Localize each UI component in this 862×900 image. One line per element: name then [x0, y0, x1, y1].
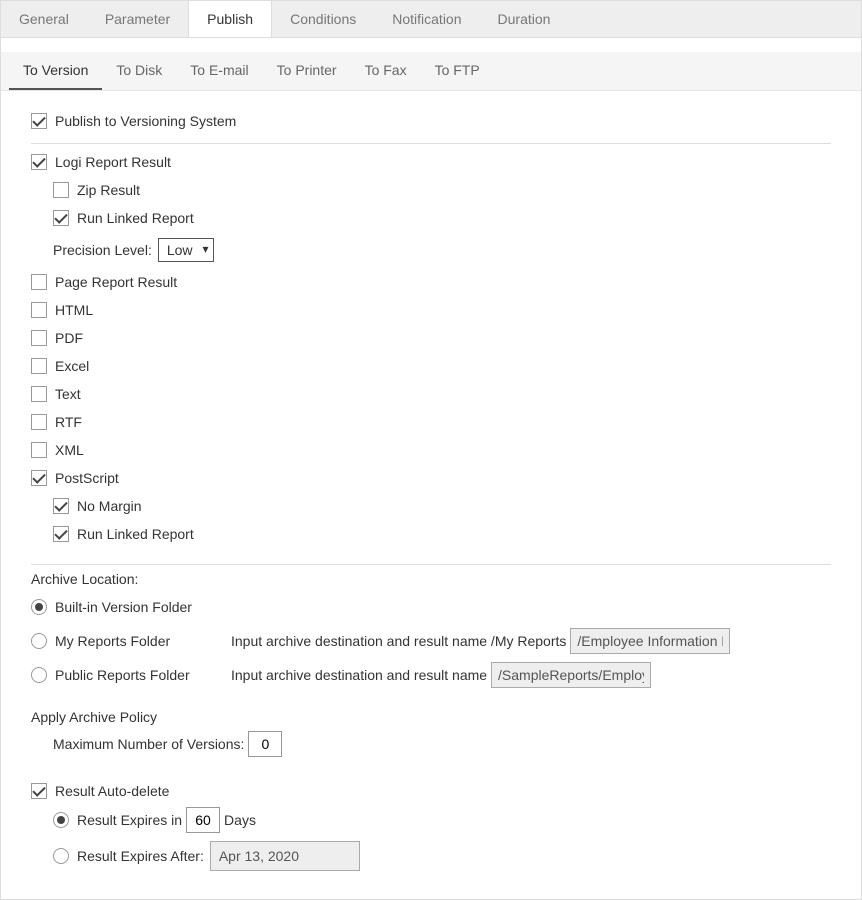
result-expires-in-days-input[interactable] [186, 807, 220, 833]
apply-archive-policy-heading: Apply Archive Policy [31, 709, 831, 725]
result-expires-after-radio[interactable] [53, 848, 69, 864]
postscript-checkbox[interactable] [31, 470, 47, 486]
divider [31, 143, 831, 144]
page-report-result-label: Page Report Result [55, 274, 177, 290]
public-reports-folder-label: Public Reports Folder [55, 667, 190, 683]
result-expires-in-radio[interactable] [53, 812, 69, 828]
publish-panel: To Version To Disk To E-mail To Printer … [0, 37, 862, 900]
subtab-to-email[interactable]: To E-mail [176, 52, 262, 90]
primary-tabs: General Parameter Publish Conditions Not… [0, 0, 862, 37]
excel-label: Excel [55, 358, 89, 374]
subtab-to-printer[interactable]: To Printer [263, 52, 351, 90]
precision-level-label: Precision Level: [53, 242, 152, 258]
to-version-content: Publish to Versioning System Logi Report… [1, 91, 861, 899]
builtin-folder-label: Built-in Version Folder [55, 599, 192, 615]
html-label: HTML [55, 302, 93, 318]
public-reports-desc: Input archive destination and result nam… [231, 667, 487, 683]
no-margin-label: No Margin [77, 498, 142, 514]
subtab-to-disk[interactable]: To Disk [102, 52, 176, 90]
xml-checkbox[interactable] [31, 442, 47, 458]
postscript-label: PostScript [55, 470, 119, 486]
run-linked-report-label-1: Run Linked Report [77, 210, 194, 226]
zip-result-checkbox[interactable] [53, 182, 69, 198]
publish-to-versioning-checkbox[interactable] [31, 113, 47, 129]
rtf-label: RTF [55, 414, 82, 430]
page-report-result-checkbox[interactable] [31, 274, 47, 290]
run-linked-report-checkbox-1[interactable] [53, 210, 69, 226]
zip-result-label: Zip Result [77, 182, 140, 198]
tab-general[interactable]: General [1, 1, 87, 37]
archive-location-heading: Archive Location: [31, 571, 831, 587]
html-checkbox[interactable] [31, 302, 47, 318]
result-expires-in-suffix: Days [224, 812, 256, 828]
run-linked-report-label-2: Run Linked Report [77, 526, 194, 542]
tab-conditions[interactable]: Conditions [272, 1, 374, 37]
no-margin-checkbox[interactable] [53, 498, 69, 514]
pdf-label: PDF [55, 330, 83, 346]
tab-duration[interactable]: Duration [480, 1, 569, 37]
tab-notification[interactable]: Notification [374, 1, 479, 37]
subtab-to-version[interactable]: To Version [9, 52, 102, 90]
public-reports-folder-radio[interactable] [31, 667, 47, 683]
tab-parameter[interactable]: Parameter [87, 1, 188, 37]
subtab-to-fax[interactable]: To Fax [351, 52, 421, 90]
text-checkbox[interactable] [31, 386, 47, 402]
my-reports-folder-label: My Reports Folder [55, 633, 170, 649]
xml-label: XML [55, 442, 84, 458]
public-reports-path-input[interactable] [491, 662, 651, 688]
my-reports-folder-radio[interactable] [31, 633, 47, 649]
result-expires-after-label: Result Expires After: [77, 848, 204, 864]
excel-checkbox[interactable] [31, 358, 47, 374]
publish-subtabs: To Version To Disk To E-mail To Printer … [1, 52, 861, 91]
subtab-to-ftp[interactable]: To FTP [421, 52, 494, 90]
tab-publish[interactable]: Publish [188, 1, 272, 37]
logi-report-result-label: Logi Report Result [55, 154, 171, 170]
result-auto-delete-checkbox[interactable] [31, 783, 47, 799]
divider [31, 564, 831, 565]
max-versions-label: Maximum Number of Versions: [53, 736, 244, 752]
run-linked-report-checkbox-2[interactable] [53, 526, 69, 542]
result-auto-delete-label: Result Auto-delete [55, 783, 169, 799]
builtin-folder-radio[interactable] [31, 599, 47, 615]
rtf-checkbox[interactable] [31, 414, 47, 430]
logi-report-result-checkbox[interactable] [31, 154, 47, 170]
pdf-checkbox[interactable] [31, 330, 47, 346]
my-reports-path-input[interactable] [570, 628, 730, 654]
publish-to-versioning-label: Publish to Versioning System [55, 113, 236, 129]
text-label: Text [55, 386, 81, 402]
result-expires-after-input[interactable] [210, 841, 360, 871]
max-versions-input[interactable] [248, 731, 282, 757]
my-reports-desc: Input archive destination and result nam… [231, 633, 566, 649]
result-expires-in-prefix: Result Expires in [77, 812, 182, 828]
precision-level-select[interactable]: Low [158, 238, 214, 262]
